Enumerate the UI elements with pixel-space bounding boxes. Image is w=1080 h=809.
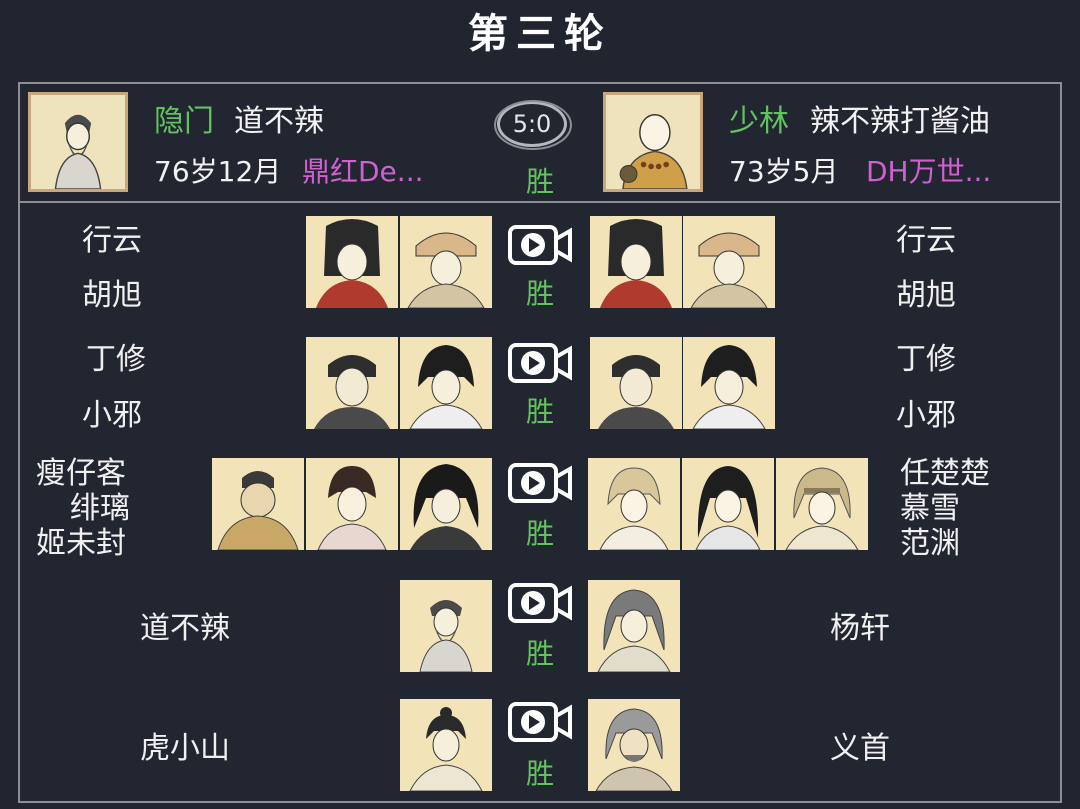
left-server: 鼎红De... bbox=[302, 155, 424, 188]
fur-hat-warrior-icon bbox=[683, 216, 775, 308]
left-name: 道不辣 bbox=[140, 611, 230, 646]
win-label: 胜 bbox=[525, 757, 554, 790]
win-label: 胜 bbox=[525, 277, 554, 310]
hero-portrait[interactable] bbox=[683, 216, 775, 308]
right-name: 胡旭 bbox=[896, 278, 956, 313]
hero-portrait[interactable] bbox=[400, 580, 492, 672]
right-name: 范渊 bbox=[900, 526, 960, 561]
match-score: 5:0 bbox=[494, 100, 572, 150]
round-title: 第三轮 bbox=[468, 10, 612, 57]
lady-icon bbox=[306, 458, 398, 550]
right-name: 行云 bbox=[896, 223, 956, 258]
right-player-name: 辣不辣打酱油 bbox=[810, 104, 990, 139]
hero-portrait[interactable] bbox=[306, 337, 398, 429]
left-name: 行云 bbox=[82, 223, 142, 258]
fur-hat-warrior-icon bbox=[400, 216, 492, 308]
hero-portrait[interactable] bbox=[400, 458, 492, 550]
old-sage-icon bbox=[31, 95, 125, 189]
bearded-warrior-icon bbox=[588, 699, 680, 791]
swordswoman-icon bbox=[590, 216, 682, 308]
young-hero-icon bbox=[683, 337, 775, 429]
video-replay-icon[interactable] bbox=[507, 460, 573, 506]
left-age: 76岁12月 bbox=[154, 155, 282, 188]
right-server: DH万世... bbox=[866, 155, 992, 188]
right-name: 小邪 bbox=[896, 398, 956, 433]
long-haired-elder-icon bbox=[588, 580, 680, 672]
left-name: 虎小山 bbox=[140, 731, 230, 766]
hero-portrait[interactable] bbox=[306, 458, 398, 550]
video-replay-icon[interactable] bbox=[507, 699, 573, 745]
hero-portrait[interactable] bbox=[400, 337, 492, 429]
right-name: 义首 bbox=[830, 731, 890, 766]
headband-scholar-icon bbox=[776, 458, 868, 550]
hero-portrait[interactable] bbox=[400, 699, 492, 791]
hero-portrait[interactable] bbox=[590, 337, 682, 429]
young-hero-icon bbox=[400, 337, 492, 429]
topknot-youth-icon bbox=[400, 699, 492, 791]
right-name: 杨轩 bbox=[830, 611, 890, 646]
hero-portrait[interactable] bbox=[588, 458, 680, 550]
hero-portrait[interactable] bbox=[306, 216, 398, 308]
header-win-label: 胜 bbox=[525, 165, 554, 198]
bandit-icon bbox=[212, 458, 304, 550]
swordswoman-icon bbox=[306, 216, 398, 308]
left-name: 胡旭 bbox=[82, 278, 142, 313]
video-replay-icon[interactable] bbox=[507, 580, 573, 626]
maiden-icon bbox=[682, 458, 774, 550]
hero-portrait[interactable] bbox=[776, 458, 868, 550]
hero-portrait[interactable] bbox=[588, 580, 680, 672]
left-name: 丁修 bbox=[86, 342, 146, 377]
hero-portrait[interactable] bbox=[683, 337, 775, 429]
left-player-name: 道不辣 bbox=[234, 104, 324, 139]
hero-portrait[interactable] bbox=[212, 458, 304, 550]
left-player-avatar[interactable] bbox=[28, 92, 128, 192]
win-label: 胜 bbox=[525, 637, 554, 670]
scowling-swordsman-icon bbox=[306, 337, 398, 429]
left-sect: 隐门 bbox=[154, 104, 214, 139]
left-name: 姬未封 bbox=[36, 526, 126, 561]
hero-portrait[interactable] bbox=[400, 216, 492, 308]
hero-portrait[interactable] bbox=[588, 699, 680, 791]
dark-haired-swordsman-icon bbox=[400, 458, 492, 550]
scowling-swordsman-icon bbox=[590, 337, 682, 429]
hero-portrait[interactable] bbox=[682, 458, 774, 550]
monk-icon bbox=[606, 95, 700, 189]
right-player-avatar[interactable] bbox=[603, 92, 703, 192]
video-replay-icon[interactable] bbox=[507, 340, 573, 386]
hero-portrait[interactable] bbox=[590, 216, 682, 308]
win-label: 胜 bbox=[525, 395, 554, 428]
light-haired-lady-icon bbox=[588, 458, 680, 550]
right-sect: 少林 bbox=[729, 104, 789, 139]
win-label: 胜 bbox=[525, 517, 554, 550]
right-name: 丁修 bbox=[896, 342, 956, 377]
right-age: 73岁5月 bbox=[729, 155, 839, 188]
old-sage-icon bbox=[400, 580, 492, 672]
left-name: 小邪 bbox=[82, 398, 142, 433]
video-replay-icon[interactable] bbox=[507, 222, 573, 268]
